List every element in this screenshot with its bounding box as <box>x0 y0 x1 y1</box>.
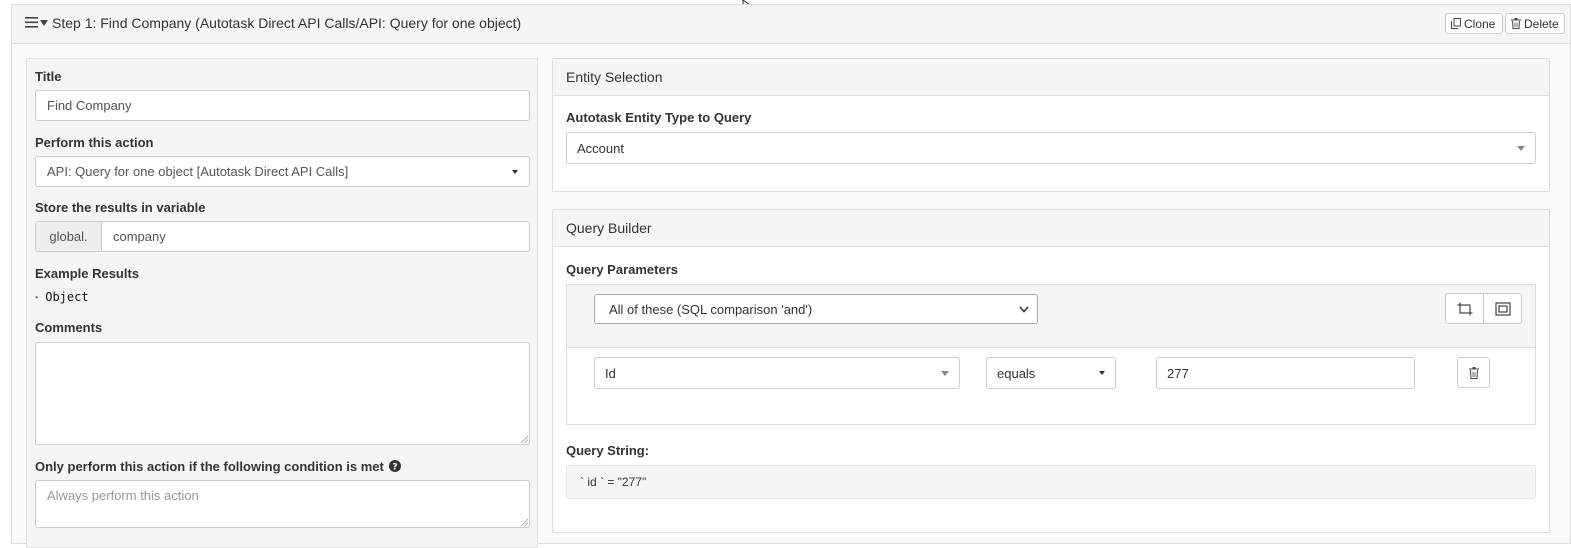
rule-operator-value: equals <box>997 365 1036 381</box>
store-variable-group: global. company <box>35 221 530 252</box>
query-string-display: ` id ` = "277" <box>566 465 1536 499</box>
variable-name-value: company <box>113 229 166 244</box>
rule-group-header: All of these (SQL comparison 'and') <box>567 285 1535 348</box>
step-title: Step 1: Find Company (Autotask Direct AP… <box>52 15 522 31</box>
trash-icon <box>1511 18 1521 29</box>
chevron-down-icon <box>1019 305 1029 313</box>
clone-label: Clone <box>1464 16 1496 31</box>
resize-grip-icon[interactable] <box>520 518 528 526</box>
action-settings-form: Title Find Company Perform this action A… <box>26 58 538 548</box>
resize-grip-icon[interactable] <box>520 435 528 443</box>
condition-label-text: Only perform this action if the followin… <box>35 459 384 474</box>
rule-field-value: Id <box>605 365 616 381</box>
example-results-label: Example Results <box>35 266 140 281</box>
entity-selection-panel: Entity Selection Autotask Entity Type to… <box>552 58 1550 192</box>
rule-actions-group <box>1445 293 1522 324</box>
action-select[interactable]: API: Query for one object [Autotask Dire… <box>35 156 530 187</box>
delete-button[interactable]: Delete <box>1505 13 1565 34</box>
action-value: API: Query for one object [Autotask Dire… <box>47 164 349 179</box>
rule-operator-select[interactable]: equals <box>986 357 1116 389</box>
entity-selection-heading: Entity Selection <box>553 59 1549 96</box>
comments-textarea[interactable] <box>35 342 530 445</box>
action-label: Perform this action <box>35 135 154 150</box>
entity-type-value: Account <box>577 140 624 156</box>
copy-icon <box>1451 18 1461 29</box>
svg-text:?: ? <box>393 462 398 472</box>
hamburger-icon[interactable] <box>25 17 38 28</box>
rule-value: 277 <box>1167 365 1189 381</box>
example-results-tree[interactable]: ▸ Object <box>35 290 89 304</box>
query-string-value: ` id ` = "277" <box>580 475 647 489</box>
condition-label: Only perform this action if the followin… <box>35 459 402 474</box>
query-parameters-label: Query Parameters <box>566 262 679 277</box>
delete-rule-button[interactable] <box>1457 357 1490 388</box>
query-rule-group: All of these (SQL comparison 'and') Id e… <box>566 284 1536 425</box>
rule-value-input[interactable]: 277 <box>1156 357 1415 389</box>
variable-name-input[interactable]: company <box>102 222 529 251</box>
trash-icon <box>1468 366 1479 379</box>
query-builder-heading: Query Builder <box>553 210 1549 247</box>
store-label: Store the results in variable <box>35 200 206 215</box>
dropdown-caret-icon <box>941 370 949 376</box>
step-header: Step 1: Find Company (Autotask Direct AP… <box>12 5 1570 44</box>
dropdown-caret-icon <box>1517 145 1525 151</box>
query-string-label: Query String: <box>566 443 650 458</box>
title-input[interactable]: Find Company <box>35 90 530 121</box>
dropdown-caret-icon <box>512 169 518 174</box>
title-value: Find Company <box>47 98 132 113</box>
add-group-button[interactable] <box>1483 294 1521 323</box>
comments-label: Comments <box>35 320 103 335</box>
query-builder-panel: Query Builder Query Parameters All of th… <box>552 209 1550 533</box>
condition-input[interactable]: Always perform this action <box>35 480 530 528</box>
caret-down-icon[interactable] <box>40 20 48 26</box>
add-rule-button[interactable] <box>1446 294 1483 323</box>
rule-field-select[interactable]: Id <box>594 357 960 389</box>
entity-type-select[interactable]: Account <box>566 132 1536 164</box>
clone-button[interactable]: Clone <box>1445 13 1503 34</box>
delete-label: Delete <box>1524 16 1559 31</box>
group-condition-value: All of these (SQL comparison 'and') <box>609 301 813 317</box>
group-condition-select[interactable]: All of these (SQL comparison 'and') <box>594 294 1038 324</box>
dropdown-caret-icon <box>1099 371 1105 375</box>
add-group-icon <box>1494 301 1511 316</box>
expand-triangle-icon[interactable]: ▸ <box>35 293 39 301</box>
condition-placeholder: Always perform this action <box>47 488 199 503</box>
question-circle-icon[interactable]: ? <box>389 460 402 472</box>
variable-scope-addon: global. <box>36 222 102 251</box>
add-rule-icon <box>1457 302 1472 315</box>
entity-type-label: Autotask Entity Type to Query <box>566 110 752 125</box>
example-results-value: Object <box>45 290 89 304</box>
title-label: Title <box>35 69 62 84</box>
